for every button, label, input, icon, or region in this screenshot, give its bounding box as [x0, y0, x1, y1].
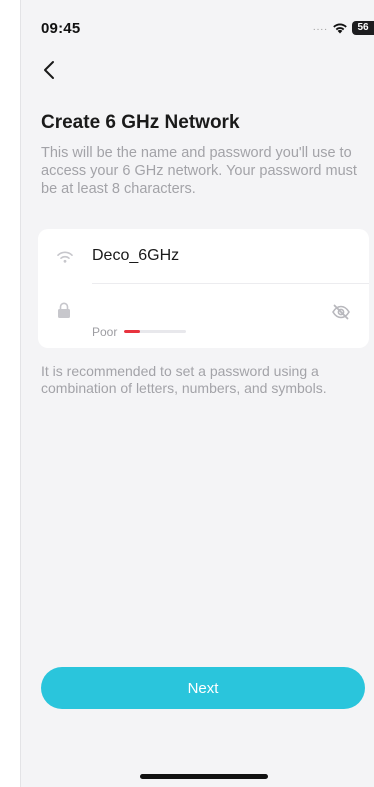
- password-strength-fill: [124, 330, 140, 333]
- status-bar: 09:45 .... 56: [21, 0, 374, 44]
- password-input[interactable]: [92, 297, 312, 323]
- password-strength-bar: [124, 330, 186, 333]
- password-hint: It is recommended to set a password usin…: [41, 363, 327, 396]
- password-strength-label: Poor: [92, 325, 118, 339]
- next-button[interactable]: Next: [41, 667, 365, 709]
- back-button[interactable]: [35, 56, 63, 84]
- home-indicator: [140, 774, 268, 779]
- network-form-card: Deco_6GHz Poor: [38, 229, 369, 348]
- page-description: This will be the name and password you'l…: [41, 145, 357, 197]
- chevron-left-icon: [44, 61, 54, 79]
- wifi-icon: [54, 247, 76, 265]
- battery-indicator: 56: [352, 21, 374, 35]
- lock-icon: [56, 301, 72, 319]
- network-name-field[interactable]: Deco_6GHz: [92, 247, 179, 265]
- eye-slash-icon[interactable]: [330, 303, 352, 321]
- page-title: Create 6 GHz Network: [41, 112, 240, 133]
- status-indicators: .... 56: [313, 20, 374, 36]
- status-time: 09:45: [41, 20, 81, 37]
- wifi-status-icon: [333, 23, 347, 34]
- screen: 09:45 .... 56 Create 6 GHz Network This …: [20, 0, 374, 787]
- field-divider: [92, 283, 369, 284]
- cellular-signal-icon: ....: [312, 22, 328, 33]
